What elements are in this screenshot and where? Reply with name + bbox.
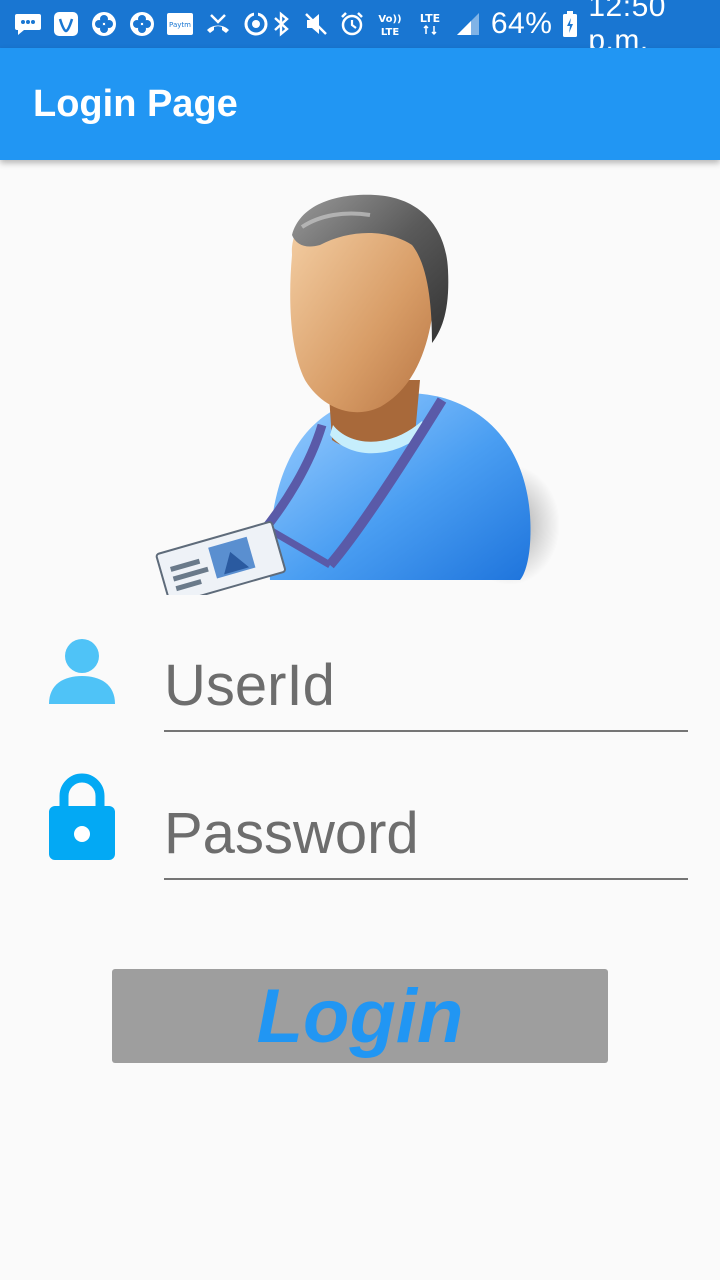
alarm-icon — [339, 10, 365, 38]
missed-call-icon — [204, 10, 232, 38]
signal-icon — [455, 10, 481, 38]
lock-icon — [46, 772, 118, 862]
lte-icon: LTE — [415, 10, 445, 38]
volte-bottom-label: LTE — [381, 27, 400, 38]
paytm-label: Paytm — [169, 21, 191, 29]
battery-percent: 64% — [490, 7, 553, 40]
password-input[interactable] — [164, 788, 688, 880]
status-bar: Paytm Vo)) LTE LTE 64% 12:50 p.m. — [0, 0, 720, 57]
fan-icon — [90, 10, 118, 38]
volte-icon: Vo)) LTE — [375, 10, 405, 38]
userid-row — [0, 620, 720, 732]
user-avatar-illustration — [150, 185, 570, 605]
bluetooth-icon — [270, 10, 293, 38]
person-icon — [46, 634, 118, 724]
lte-label: LTE — [420, 12, 440, 25]
battery-icon — [562, 10, 578, 38]
login-button[interactable]: Login — [112, 969, 608, 1063]
status-bar-notifications: Paytm — [14, 10, 270, 38]
paytm-icon: Paytm — [166, 10, 194, 38]
fan-icon — [128, 10, 156, 38]
saavn-icon — [52, 10, 80, 38]
volte-top-label: Vo)) — [378, 14, 401, 25]
page-title: Login Page — [33, 82, 238, 125]
mute-icon — [303, 10, 329, 38]
app-bar: Login Page — [0, 48, 720, 160]
sync-icon — [242, 10, 270, 38]
password-row — [0, 768, 720, 880]
message-icon — [14, 10, 42, 38]
userid-input[interactable] — [164, 640, 688, 732]
